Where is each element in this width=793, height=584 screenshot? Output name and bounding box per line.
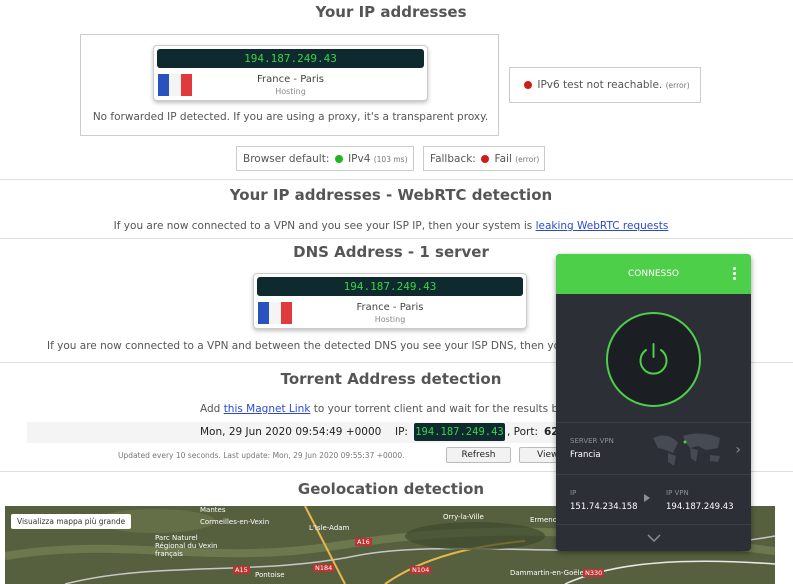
webrtc-text: If you are now connected to a VPN and yo… xyxy=(113,220,533,232)
dns-card: 194.187.249.43 France - Paris Hosting xyxy=(253,273,527,329)
world-map-icon xyxy=(653,433,720,466)
torrent-updated: Updated every 10 seconds. Last update: M… xyxy=(118,451,405,460)
dns-note: If you are now connected to a VPN and be… xyxy=(47,340,561,352)
dns-ip-address: 194.187.249.43 xyxy=(257,277,523,296)
fallback-label: Fallback: xyxy=(430,153,476,165)
ip-location: France - Paris xyxy=(256,74,325,85)
map-label: Cormeilles-en-Vexin xyxy=(200,518,270,526)
vpn-ip-label-original: IP xyxy=(570,489,577,497)
vpn-server[interactable]: Francia xyxy=(570,450,601,460)
webrtc-title: Your IP addresses - WebRTC detection xyxy=(229,186,553,204)
map-label: Pontoise xyxy=(255,571,285,579)
vpn-ip: 194.187.249.43 xyxy=(666,502,734,512)
divider xyxy=(556,422,751,423)
browser-default-label: Browser default: xyxy=(243,153,330,165)
fallback-box: Fallback: Fail (error) xyxy=(423,146,545,171)
ipv6-status: (error) xyxy=(665,81,690,90)
ipv6-text: IPv6 test not reachable. xyxy=(537,79,663,91)
torrent-datetime: Mon, 29 Jun 2020 09:54:49 +0000 xyxy=(200,426,382,438)
magnet-link[interactable]: this Magnet Link xyxy=(224,403,311,415)
browser-default-box: Browser default: IPv4 (103 ms) xyxy=(236,146,414,171)
ip-card: 194.187.249.43 France - Paris Hosting xyxy=(153,45,428,101)
divider xyxy=(0,238,793,239)
refresh-button[interactable]: Refresh xyxy=(446,447,511,463)
map-label: L'Isle-Adam xyxy=(309,524,350,532)
map-label: Parc Naturel Régional du Vexin français xyxy=(155,534,218,558)
torrent-instructions: Add this Magnet Link to your torrent cli… xyxy=(200,403,565,415)
ipv6-box: IPv6 test not reachable. (error) xyxy=(509,67,701,103)
chevron-right-icon[interactable]: › xyxy=(735,442,741,458)
torrent-port-label: , Port: xyxy=(507,426,539,438)
fallback-status: (error) xyxy=(515,155,540,164)
map-road-label: N184 xyxy=(313,564,335,572)
fallback-value: Fail xyxy=(494,153,512,165)
torrent-ip: 194.187.249.43 xyxy=(414,423,505,441)
vpn-ip-label: IP VPN xyxy=(666,489,689,497)
error-dot-icon xyxy=(481,155,490,163)
divider xyxy=(0,179,793,180)
error-dot-icon xyxy=(524,81,532,89)
ip-section-title: Your IP addresses xyxy=(315,3,467,21)
map-label: Mantes xyxy=(200,506,226,514)
map-label: Orry-la-Ville xyxy=(443,513,484,521)
torrent-ip-label: IP: xyxy=(395,426,408,438)
vpn-status: CONNESSO xyxy=(556,254,751,294)
ip-result-box: 194.187.249.43 France - Paris Hosting No… xyxy=(80,34,499,136)
chevron-down-icon[interactable] xyxy=(646,533,662,543)
torrent-text-before: Add xyxy=(200,403,221,415)
larger-map-button[interactable]: Visualizza mappa più grande xyxy=(11,514,132,529)
webrtc-text-line: If you are now connected to a VPN and yo… xyxy=(0,220,782,232)
webrtc-leak-link[interactable]: leaking WebRTC requests xyxy=(536,220,669,232)
browser-default-time: (103 ms) xyxy=(373,155,408,164)
success-dot-icon xyxy=(334,155,343,163)
map-road-label: A16 xyxy=(355,538,372,546)
dns-location: France - Paris xyxy=(356,302,424,313)
vpn-panel: CONNESSO SERVER VPN Francia › IP 151.74.… xyxy=(556,254,751,551)
forwarded-note: No forwarded IP detected. If you are usi… xyxy=(92,111,489,123)
torrent-text-after: to your torrent client and wait for the … xyxy=(313,403,565,415)
map-label: Dammartin-en-Goële xyxy=(510,569,584,577)
dns-type: Hosting xyxy=(374,315,406,324)
torrent-result-row: Mon, 29 Jun 2020 09:54:49 +0000 IP: 194.… xyxy=(27,422,567,443)
page: Your IP addresses 194.187.249.43 France … xyxy=(0,0,793,584)
divider xyxy=(556,474,751,475)
arrow-right-icon xyxy=(644,494,650,502)
map-road-label: A15 xyxy=(233,566,250,574)
map-road-label: N104 xyxy=(410,566,432,574)
vpn-server-label: SERVER VPN xyxy=(570,437,614,445)
power-button[interactable] xyxy=(606,312,701,407)
ip-type: Hosting xyxy=(275,87,306,96)
ip-address: 194.187.249.43 xyxy=(157,49,424,68)
map-road-label: N330 xyxy=(583,569,605,577)
power-icon xyxy=(639,343,668,375)
more-options-icon[interactable] xyxy=(733,267,737,281)
divider xyxy=(556,524,751,525)
vpn-original-ip: 151.74.234.158 xyxy=(570,502,638,512)
browser-default-protocol: IPv4 xyxy=(348,153,371,165)
